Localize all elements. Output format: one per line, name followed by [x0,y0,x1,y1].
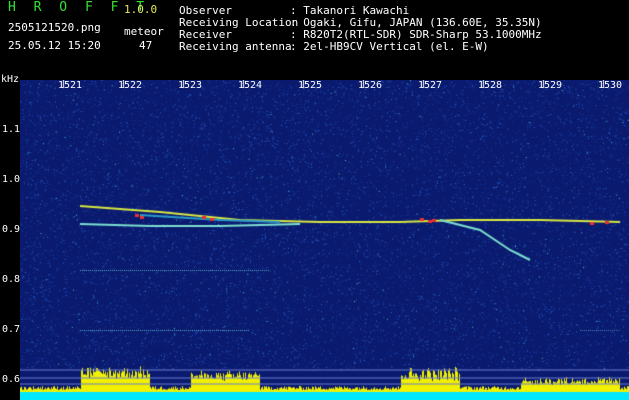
antenna-value: : 2el-HB9CV Vertical (el. E-W) [290,40,489,53]
y-tick-label: 1.1 [2,124,21,135]
meteor-count: 47 [139,39,153,52]
x-tick-label: 1529 [538,80,563,91]
image-filename: 2505121520.png [8,21,101,34]
x-tick-label: 1525 [298,80,323,91]
x-tick-label: 1523 [178,80,203,91]
x-tick-label: 1526 [358,80,383,91]
observation-datetime: 25.05.12 15:20 [8,39,101,52]
y-tick-label: 0.9 [2,224,21,235]
x-tick-label: 1524 [238,80,263,91]
y-tick-label: 0.8 [2,274,21,285]
x-tick-label: 1522 [118,80,143,91]
x-tick-label: 1521 [58,80,83,91]
y-tick-label: 0.7 [2,324,21,335]
y-tick-label: 1.0 [2,174,21,185]
meteor-label: meteor [124,25,164,38]
x-tick-label: 1528 [478,80,503,91]
x-tick-label: 1527 [418,80,443,91]
spectrogram-canvas [20,80,629,400]
antenna-label: Receiving antenna [179,40,292,53]
y-tick-label: 0.6 [2,374,21,385]
app-version: 1.0.0 [124,3,158,16]
y-axis-unit: kHz [1,74,20,85]
info-header: H R O F F T 1.0.0 2505121520.png meteor … [0,0,629,72]
x-tick-label: 1530 [598,80,623,91]
